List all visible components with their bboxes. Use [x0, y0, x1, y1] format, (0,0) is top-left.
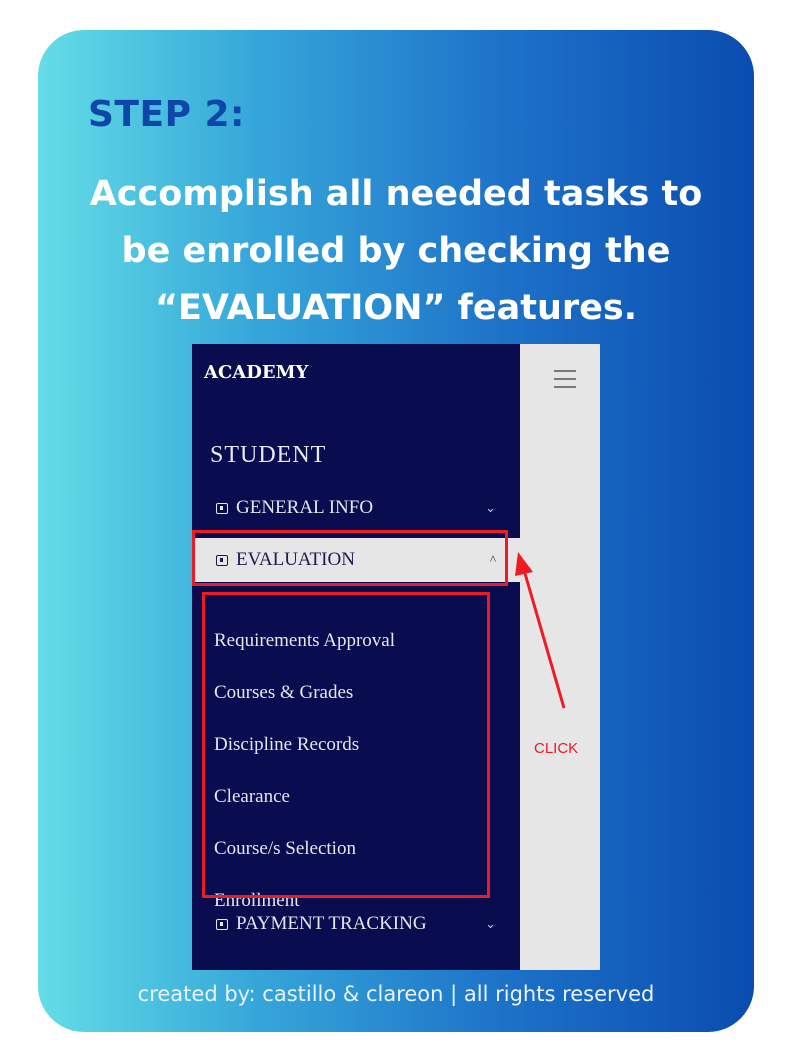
brand-logo-text: ACADEMY	[204, 362, 309, 383]
headline-line-3: “EVALUATION” features.	[155, 288, 637, 328]
click-label: CLICK	[534, 740, 579, 757]
headline-line-2: be enrolled by checking the	[121, 231, 671, 271]
submenu-clearance[interactable]: Clearance	[214, 786, 290, 808]
receipt-icon	[216, 918, 228, 930]
id-card-icon	[216, 554, 228, 566]
hamburger-icon[interactable]	[554, 370, 576, 388]
menu-item-general-info[interactable]: GENERAL INFO ⌄	[192, 486, 520, 530]
step-title: STEP 2:	[88, 94, 245, 135]
section-label-student: STUDENT	[210, 442, 327, 468]
instruction-card: STEP 2: Accomplish all needed tasks to b…	[38, 30, 754, 1032]
menu-item-label: GENERAL INFO	[236, 497, 374, 518]
submenu-course-selection[interactable]: Course/s Selection	[214, 838, 356, 860]
headline: Accomplish all needed tasks to be enroll…	[38, 166, 754, 337]
submenu-courses-grades[interactable]: Courses & Grades	[214, 682, 353, 704]
footer-credit: created by: castillo & clareon | all rig…	[137, 982, 655, 1006]
menu-item-payment-tracking[interactable]: PAYMENT TRACKING ⌄	[192, 902, 520, 946]
submenu-discipline-records[interactable]: Discipline Records	[214, 734, 359, 756]
chevron-up-icon: ^	[489, 552, 496, 567]
menu-item-label: EVALUATION	[236, 549, 355, 570]
info-icon	[216, 502, 228, 514]
sidebar: ACADEMY STUDENT GENERAL INFO ⌄ EVALUATIO…	[192, 344, 520, 970]
chevron-down-icon: ⌄	[485, 500, 496, 515]
headline-line-1: Accomplish all needed tasks to	[89, 174, 703, 214]
menu-item-evaluation[interactable]: EVALUATION ^	[192, 538, 520, 582]
chevron-down-icon: ⌄	[485, 916, 496, 931]
submenu-requirements-approval[interactable]: Requirements Approval	[214, 630, 395, 652]
menu-item-label: PAYMENT TRACKING	[236, 913, 427, 934]
app-screenshot: ACADEMY STUDENT GENERAL INFO ⌄ EVALUATIO…	[192, 344, 600, 970]
